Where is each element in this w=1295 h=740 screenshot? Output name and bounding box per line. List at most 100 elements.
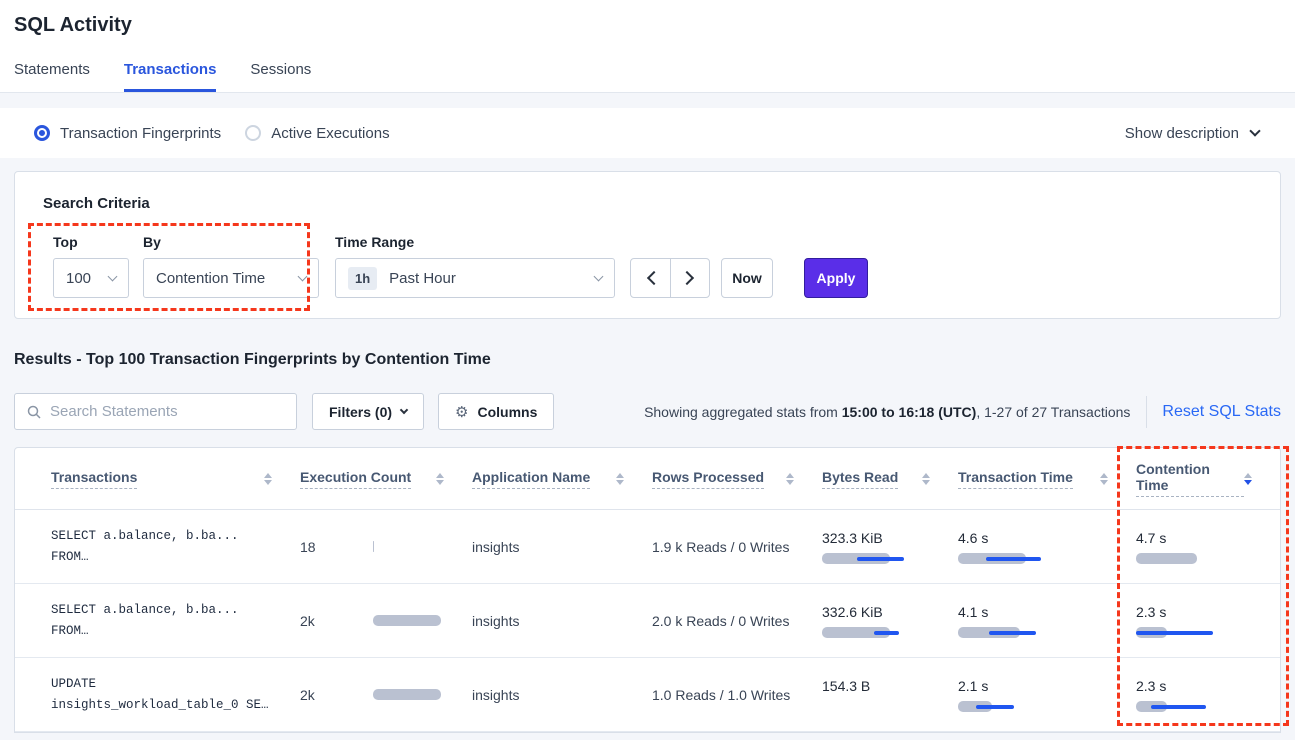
- radio-unselected-icon: [245, 125, 261, 141]
- columns-button[interactable]: ⚙ Columns: [438, 393, 554, 430]
- search-criteria-panel: Search Criteria Top 100 By Contention Ti…: [14, 171, 1281, 319]
- time-range-select[interactable]: 1h Past Hour: [335, 258, 615, 298]
- execution-count-cell: 2k: [300, 687, 472, 703]
- sort-icon: [922, 473, 930, 485]
- transaction-query-link[interactable]: SELECT a.balance, b.ba... FROM…: [51, 600, 300, 642]
- showing-stats-text: Showing aggregated stats from 15:00 to 1…: [644, 404, 1130, 420]
- time-range-field: Time Range 1h Past Hour: [335, 234, 615, 298]
- results-heading: Results - Top 100 Transaction Fingerprin…: [14, 351, 1281, 369]
- by-select[interactable]: Contention Time: [143, 258, 319, 298]
- filters-label: Filters (0): [329, 404, 392, 420]
- rows-processed-cell: 1.0 Reads / 1.0 Writes: [652, 687, 822, 703]
- toolbar-divider: [1146, 396, 1147, 428]
- tab-bar: Statements Transactions Sessions: [0, 61, 1295, 93]
- bytes-read-bar: [822, 701, 890, 712]
- bytes-read-bar: [822, 553, 890, 564]
- time-range-value: Past Hour: [389, 270, 456, 287]
- transaction-time-cell: 4.6 s: [958, 530, 1136, 564]
- contention-time-cell: 2.3 s: [1136, 678, 1280, 712]
- bytes-read-cell: 154.3 B: [822, 678, 958, 712]
- execution-count-cell: 18: [300, 539, 472, 555]
- transaction-time-cell: 4.1 s: [958, 604, 1136, 638]
- table-row: SELECT a.balance, b.ba... FROM… 18 insig…: [15, 510, 1280, 584]
- top-select-value: 100: [66, 270, 91, 287]
- showing-stats-range: 15:00 to 16:18 (UTC): [842, 404, 977, 420]
- now-button[interactable]: Now: [721, 258, 773, 298]
- table-row: UPDATE insights_workload_table_0 SE… 2k …: [15, 658, 1280, 732]
- show-description-label: Show description: [1125, 125, 1239, 142]
- rows-processed-cell: 1.9 k Reads / 0 Writes: [652, 539, 822, 555]
- tab-sessions[interactable]: Sessions: [250, 61, 311, 92]
- column-header-transactions[interactable]: Transactions: [51, 469, 300, 489]
- column-header-execution-count[interactable]: Execution Count: [300, 469, 472, 489]
- execution-count-bar: [373, 615, 441, 626]
- view-mode-bar: Transaction Fingerprints Active Executio…: [0, 108, 1295, 158]
- search-criteria-title: Search Criteria: [43, 195, 1280, 212]
- time-range-label: Time Range: [335, 234, 615, 250]
- page-content: Search Criteria Top 100 By Contention Ti…: [0, 171, 1295, 733]
- search-statements-input[interactable]: [50, 403, 284, 420]
- transaction-time-cell: 2.1 s: [958, 678, 1136, 712]
- reset-sql-stats-link[interactable]: Reset SQL Stats: [1162, 403, 1281, 421]
- apply-button[interactable]: Apply: [804, 258, 868, 298]
- filters-button[interactable]: Filters (0): [312, 393, 424, 430]
- transaction-time-bar: [958, 701, 1026, 712]
- bytes-read-cell: 323.3 KiB: [822, 530, 958, 564]
- time-range-nav: [630, 258, 710, 298]
- column-header-contention-time[interactable]: Contention Time: [1136, 461, 1280, 497]
- column-header-application-name[interactable]: Application Name: [472, 469, 652, 489]
- top-field: Top 100: [43, 234, 129, 298]
- chevron-down-icon: [1249, 125, 1260, 136]
- column-header-bytes-read[interactable]: Bytes Read: [822, 469, 958, 489]
- by-label: By: [143, 234, 319, 250]
- top-select[interactable]: 100: [53, 258, 129, 298]
- contention-time-cell: 4.7 s: [1136, 530, 1280, 564]
- chevron-down-icon: [400, 405, 408, 413]
- bytes-read-cell: 332.6 KiB: [822, 604, 958, 638]
- gear-icon: ⚙: [455, 403, 468, 421]
- sort-icon-active-desc: [1244, 473, 1252, 485]
- top-label: Top: [53, 234, 129, 250]
- radio-label: Transaction Fingerprints: [60, 125, 221, 142]
- execution-count-cell: 2k: [300, 613, 472, 629]
- next-time-range-button[interactable]: [670, 259, 709, 297]
- previous-time-range-button[interactable]: [631, 259, 670, 297]
- contention-time-bar: [1136, 701, 1204, 712]
- chevron-down-icon: [594, 271, 604, 281]
- tab-statements[interactable]: Statements: [14, 61, 90, 92]
- sort-icon: [616, 473, 624, 485]
- table-row: SELECT a.balance, b.ba... FROM… 2k insig…: [15, 584, 1280, 658]
- transaction-time-bar: [958, 553, 1026, 564]
- view-mode-radio-group: Transaction Fingerprints Active Executio…: [34, 125, 390, 142]
- radio-label: Active Executions: [271, 125, 389, 142]
- radio-transaction-fingerprints[interactable]: Transaction Fingerprints: [34, 125, 221, 142]
- column-header-rows-processed[interactable]: Rows Processed: [652, 469, 822, 489]
- by-select-value: Contention Time: [156, 270, 265, 287]
- table-header-row: Transactions Execution Count Application…: [15, 448, 1280, 510]
- chevron-down-icon: [298, 271, 308, 281]
- search-icon: [27, 405, 41, 419]
- page-header: SQL Activity Statements Transactions Ses…: [0, 0, 1295, 93]
- transaction-query-link[interactable]: SELECT a.balance, b.ba... FROM…: [51, 526, 300, 568]
- contention-time-bar: [1136, 627, 1204, 638]
- page-title: SQL Activity: [14, 14, 1281, 37]
- time-range-badge: 1h: [348, 267, 377, 290]
- transaction-query-link[interactable]: UPDATE insights_workload_table_0 SE…: [51, 674, 300, 716]
- column-header-transaction-time[interactable]: Transaction Time: [958, 469, 1136, 489]
- sort-icon: [1100, 473, 1108, 485]
- radio-active-executions[interactable]: Active Executions: [245, 125, 389, 142]
- rows-processed-cell: 2.0 k Reads / 0 Writes: [652, 613, 822, 629]
- by-field: By Contention Time: [143, 234, 319, 298]
- contention-time-bar: [1136, 553, 1204, 564]
- tab-transactions[interactable]: Transactions: [124, 61, 217, 92]
- columns-label: Columns: [477, 404, 537, 420]
- contention-time-cell: 2.3 s: [1136, 604, 1280, 638]
- sort-icon: [786, 473, 794, 485]
- results-toolbar: Filters (0) ⚙ Columns Showing aggregated…: [14, 393, 1281, 430]
- radio-selected-icon: [34, 125, 50, 141]
- transactions-table: Transactions Execution Count Application…: [14, 447, 1281, 733]
- show-description-toggle[interactable]: Show description: [1125, 125, 1259, 142]
- application-name-cell: insights: [472, 539, 652, 555]
- chevron-down-icon: [108, 271, 118, 281]
- transaction-time-bar: [958, 627, 1026, 638]
